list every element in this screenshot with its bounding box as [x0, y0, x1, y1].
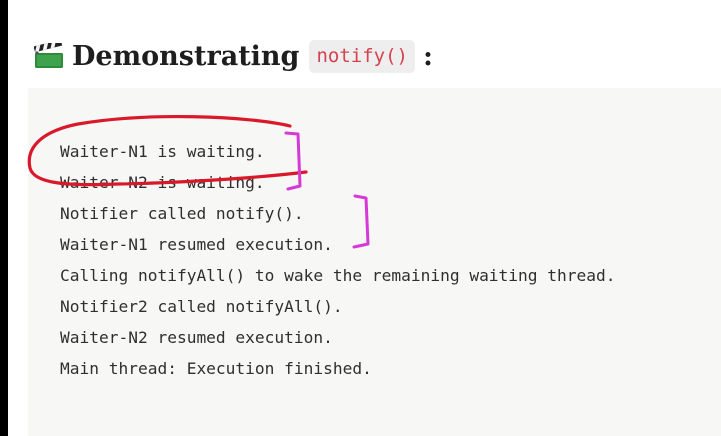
output-line: Waiter-N2 resumed execution.	[60, 328, 333, 347]
title-colon: :	[422, 40, 433, 72]
inline-code-notify: notify()	[309, 39, 415, 73]
output-line: Main thread: Execution finished.	[60, 359, 372, 378]
section-title: Demonstrating	[72, 40, 300, 72]
document-page: Demonstrating notify() : Waiter-N1 is wa…	[8, 0, 721, 436]
output-line: Notifier called notify().	[60, 204, 304, 223]
output-line: Notifier2 called notifyAll().	[60, 297, 343, 316]
console-output-lines: Waiter-N1 is waiting. Waiter-N2 is waiti…	[60, 136, 616, 384]
output-line: Waiter-N2 is waiting.	[60, 173, 265, 192]
output-line: Waiter-N1 resumed execution.	[60, 235, 333, 254]
clapperboard-icon	[34, 43, 63, 68]
output-line: Calling notifyAll() to wake the remainin…	[60, 266, 616, 285]
section-heading: Demonstrating notify() :	[34, 32, 433, 80]
output-line: Waiter-N1 is waiting.	[60, 142, 265, 161]
